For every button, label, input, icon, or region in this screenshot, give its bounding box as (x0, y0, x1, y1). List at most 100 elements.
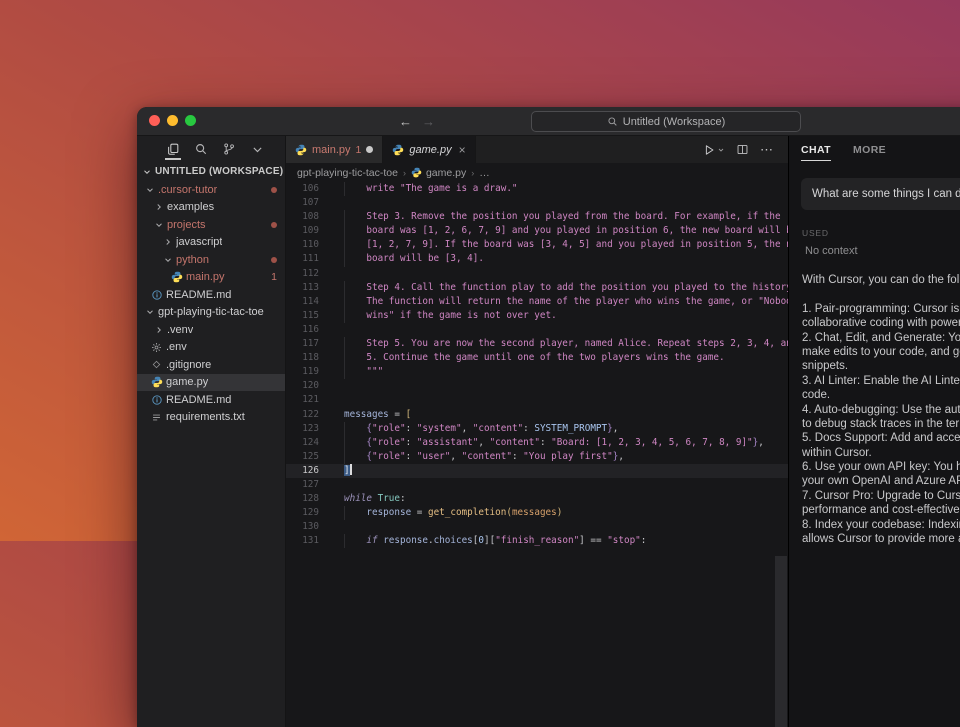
navigate-forward-icon[interactable]: → (422, 114, 435, 129)
close-button[interactable] (149, 115, 160, 126)
zoom-button[interactable] (185, 115, 196, 126)
workspace-search-box[interactable]: Untitled (Workspace) (531, 111, 801, 132)
code-line-128[interactable]: 128 while True: (286, 492, 788, 506)
python-icon (149, 376, 164, 388)
run-dropdown-chevron-icon (718, 148, 724, 152)
explorer-icon[interactable] (165, 138, 181, 160)
code-line-129[interactable]: 129 response = get_completion(messages) (286, 506, 788, 521)
tab-chat[interactable]: CHAT (801, 136, 831, 164)
assistant-response-line: to debug stack traces in the termin (802, 417, 960, 430)
tree-item-.env[interactable]: .env (137, 339, 285, 357)
code-line-122[interactable]: 122 messages = [ (286, 408, 788, 422)
tree-item-projects[interactable]: projects (137, 216, 285, 234)
breadcrumb-folder[interactable]: gpt-playing-tic-tac-toe (297, 167, 398, 179)
code-line-123[interactable]: 123 {"role": "system", "content": SYSTEM… (286, 421, 788, 436)
code-line-108[interactable]: 108 Step 3. Remove the position you play… (286, 210, 788, 225)
close-tab-icon[interactable]: × (459, 144, 466, 156)
code-line-115[interactable]: 115 wins" if the game is not over yet. (286, 308, 788, 324)
code-line-111[interactable]: 111 board will be [3, 4]. (286, 252, 788, 267)
chat-panel: CHAT MORE What are some things I can do … (788, 136, 960, 727)
tree-item-game.py[interactable]: game.py (137, 373, 285, 391)
tree-item-.gitignore[interactable]: .gitignore (137, 356, 285, 374)
tab-game-py[interactable]: game.py × (383, 136, 476, 163)
more-views-chevron-icon[interactable] (249, 138, 265, 160)
line-number: 125 (302, 450, 319, 462)
code-line-127[interactable]: 127 (286, 478, 788, 492)
tree-item-python[interactable]: python (137, 251, 285, 269)
code-line-116[interactable]: 116 (286, 323, 788, 337)
git-modified-dot-badge (271, 186, 277, 193)
tree-item-examples[interactable]: examples (137, 199, 285, 217)
line-number: 129 (302, 507, 319, 519)
assistant-response-line (802, 287, 960, 301)
activity-bar (137, 136, 285, 162)
code-line-120[interactable]: 120 (286, 379, 788, 393)
tab-label: game.py (409, 143, 452, 156)
code-line-124[interactable]: 124 {"role": "assistant", "content": "Bo… (286, 435, 788, 450)
tree-item-requirements.txt[interactable]: requirements.txt (137, 409, 285, 427)
user-message-card[interactable]: What are some things I can do with (801, 178, 960, 210)
assistant-response: With Cursor, you can do the followi 1. Pa… (802, 273, 960, 546)
line-number: 108 (302, 211, 319, 223)
python-icon (295, 144, 307, 156)
breadcrumb[interactable]: gpt-playing-tic-tac-toe › game.py › … (286, 163, 788, 182)
code-line-107[interactable]: 107 (286, 196, 788, 210)
tree-item-gpt-playing-tic-tac-toe[interactable]: gpt-playing-tic-tac-toe (137, 304, 285, 322)
code-line-130[interactable]: 130 (286, 520, 788, 534)
code-line-114[interactable]: 114 The function will return the name of… (286, 294, 788, 309)
code-line-118[interactable]: 118 5. Continue the game until one of th… (286, 351, 788, 366)
unsaved-dot-icon[interactable] (366, 146, 374, 153)
line-number: 114 (302, 295, 319, 307)
tab-problem-badge: 1 (355, 143, 362, 156)
search-panel-icon[interactable] (193, 138, 209, 160)
tab-more[interactable]: MORE (853, 136, 886, 164)
tree-item-.cursor-tutor[interactable]: .cursor-tutor (137, 181, 285, 199)
window-controls (149, 115, 196, 126)
file-label: requirements.txt (166, 411, 245, 424)
code-line-119[interactable]: 119 """ (286, 365, 788, 380)
navigate-back-icon[interactable]: ← (399, 114, 412, 129)
code-line-110[interactable]: 110 [1, 2, 7, 9]. If the board was [3, 4… (286, 238, 788, 253)
breadcrumb-file[interactable]: game.py (426, 167, 466, 179)
assistant-response-line: within Cursor. (802, 446, 872, 459)
code-line-125[interactable]: 125 {"role": "user", "content": "You pla… (286, 449, 788, 464)
cursor-editor-window: ← → Untitled (Workspace) UNTITLED (WORKS… (137, 107, 960, 727)
code-line-117[interactable]: 117 Step 5. You are now the second playe… (286, 337, 788, 352)
line-number: 130 (302, 521, 319, 533)
line-number: 113 (302, 281, 319, 293)
tree-item-.venv[interactable]: .venv (137, 321, 285, 339)
used-context-label: USED (802, 228, 829, 238)
assistant-response-line: 5. Docs Support: Add and access d (802, 432, 960, 445)
minimize-button[interactable] (167, 115, 178, 126)
chevron-right-icon (161, 237, 174, 247)
tree-item-readme.md[interactable]: README.md (137, 286, 285, 304)
code-line-121[interactable]: 121 (286, 393, 788, 407)
split-editor-icon[interactable] (736, 143, 749, 156)
info-icon (149, 394, 164, 406)
source-control-icon[interactable] (221, 138, 237, 160)
breadcrumb-symbol[interactable]: … (479, 167, 490, 179)
line-number: 127 (302, 478, 319, 490)
tree-item-javascript[interactable]: javascript (137, 234, 285, 252)
assistant-response-line: 6. Use your own API key: You have (802, 461, 960, 474)
code-line-131[interactable]: 131 if response.choices[0]["finish_reaso… (286, 534, 788, 549)
file-label: .cursor-tutor (158, 183, 218, 196)
assistant-response-line: 3. AI Linter: Enable the AI Linter to (802, 374, 960, 387)
tree-item-readme.md[interactable]: README.md (137, 391, 285, 409)
code-area[interactable]: 106 write "The game is a draw." 107 108 St… (286, 182, 788, 727)
line-number: 124 (302, 436, 319, 448)
line-number: 107 (302, 197, 319, 209)
more-actions-icon[interactable]: ⋯ (760, 142, 774, 158)
code-line-126[interactable]: 126] (286, 463, 788, 478)
run-python-file-button[interactable] (702, 143, 725, 157)
tab-main-py[interactable]: main.py 1 (286, 136, 384, 163)
code-line-106[interactable]: 106 write "The game is a draw." (286, 182, 788, 197)
python-icon (411, 167, 422, 178)
tree-item-main.py[interactable]: main.py 1 (137, 269, 285, 287)
workspace-section-header[interactable]: UNTITLED (WORKSPACE) (137, 162, 285, 181)
file-label: examples (167, 201, 215, 214)
editor-scrollbar[interactable] (775, 555, 787, 727)
code-line-113[interactable]: 113 Step 4. Call the function play to ad… (286, 280, 788, 295)
code-line-109[interactable]: 109 board was [1, 2, 6, 7, 9] and you pl… (286, 224, 788, 239)
code-line-112[interactable]: 112 (286, 267, 788, 281)
